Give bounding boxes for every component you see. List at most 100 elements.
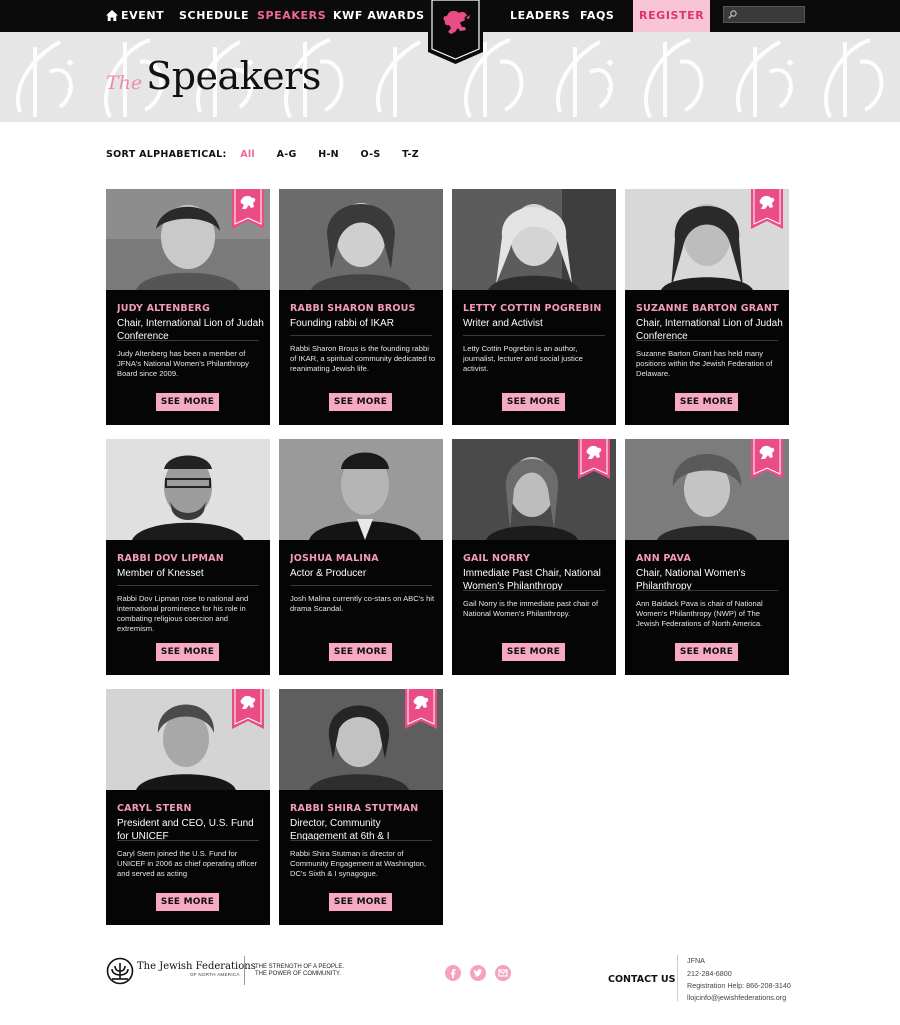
speaker-photo[interactable] xyxy=(452,189,616,290)
nav-leaders[interactable]: LEADERS xyxy=(510,0,570,32)
speaker-grid: JUDY ALTENBERG Chair, International Lion… xyxy=(106,189,790,925)
sort-label: SORT ALPHABETICAL: xyxy=(106,149,227,160)
search-input[interactable] xyxy=(740,7,802,22)
speaker-description: Gail Norry is the immediate past chair o… xyxy=(463,599,599,618)
speaker-name: JUDY ALTENBERG xyxy=(117,303,211,314)
org-name: The Jewish Federations xyxy=(137,961,256,972)
contact-us-link[interactable]: CONTACT US xyxy=(608,974,675,985)
tagline-2: THE POWER OF COMMUNITY. xyxy=(255,971,341,977)
see-more-button[interactable]: SEE MORE xyxy=(329,393,392,411)
speaker-description: Letty Cottin Pogrebin is an author, jour… xyxy=(463,344,583,373)
speaker-card[interactable]: RABBI SHIRA STUTMAN Director, Community … xyxy=(279,689,443,925)
jewish-federations-logo-icon[interactable] xyxy=(106,957,134,985)
speaker-role: Member of Knesset xyxy=(117,568,204,579)
contact-email-link[interactable]: llojcinfo@jewishfederations.org xyxy=(687,993,786,1002)
speaker-card[interactable]: RABBI SHARON BROUS Founding rabbi of IKA… xyxy=(279,189,443,425)
nav-speakers[interactable]: SPEAKERS xyxy=(257,0,326,32)
speaker-card[interactable]: SUZANNE BARTON GRANT Chair, Internationa… xyxy=(625,189,789,425)
sort-option-a-g[interactable]: A-G xyxy=(277,149,297,160)
speaker-role: Writer and Activist xyxy=(463,318,543,329)
speaker-description: Suzanne Barton Grant has held many posit… xyxy=(636,349,773,378)
card-divider xyxy=(117,840,259,841)
speaker-name: LETTY COTTIN POGREBIN xyxy=(463,303,602,314)
nav-register-button[interactable]: REGISTER xyxy=(633,0,711,32)
nav-event[interactable]: EVENT xyxy=(106,0,164,32)
contact-registration-help[interactable]: Registration Help: 866-208-3140 xyxy=(687,981,791,990)
speaker-card[interactable]: GAIL NORRY Immediate Past Chair, Nationa… xyxy=(452,439,616,675)
lion-ribbon-icon xyxy=(751,189,783,229)
card-divider xyxy=(463,590,605,591)
card-divider xyxy=(117,340,259,341)
card-divider xyxy=(636,590,778,591)
see-more-button[interactable]: SEE MORE xyxy=(329,893,392,911)
sort-option-t-z[interactable]: T-Z xyxy=(402,149,419,160)
sort-option-o-s[interactable]: O-S xyxy=(361,149,381,160)
speaker-description: Rabbi Dov Lipman rose to national and in… xyxy=(117,594,249,633)
nav-kwf-awards[interactable]: KWF AWARDS xyxy=(333,0,425,32)
speaker-name: RABBI SHARON BROUS xyxy=(290,303,416,314)
speaker-description: Ann Baidack Pava is chair of National Wo… xyxy=(636,599,763,628)
card-divider xyxy=(117,585,259,586)
lion-ribbon-icon xyxy=(578,439,610,479)
lion-ribbon-icon xyxy=(405,689,437,729)
speaker-card[interactable]: JOSHUA MALINA Actor & Producer Josh Mali… xyxy=(279,439,443,675)
twitter-icon[interactable] xyxy=(470,965,486,981)
email-icon[interactable] xyxy=(495,965,511,981)
nav-schedule[interactable]: SCHEDULE xyxy=(179,0,249,32)
sort-bar: SORT ALPHABETICAL: All A-G H-N O-S T-Z xyxy=(106,149,437,163)
see-more-button[interactable]: SEE MORE xyxy=(502,393,565,411)
speaker-card[interactable]: CARYL STERN President and CEO, U.S. Fund… xyxy=(106,689,270,925)
speaker-description: Judy Altenberg has been a member of JFNA… xyxy=(117,349,249,378)
card-divider xyxy=(290,335,432,336)
speaker-name: ANN PAVA xyxy=(636,553,692,564)
lion-ribbon-icon xyxy=(232,689,264,729)
facebook-icon[interactable] xyxy=(445,965,461,981)
speaker-photo[interactable] xyxy=(279,439,443,540)
speaker-card[interactable]: ANN PAVA Chair, National Women's Philant… xyxy=(625,439,789,675)
footer: The Jewish Federations OF NORTH AMERICA … xyxy=(0,945,900,1025)
speaker-description: Rabbi Shira Stutman is director of Commu… xyxy=(290,849,427,878)
contact-divider xyxy=(677,955,678,1001)
speaker-name: GAIL NORRY xyxy=(463,553,531,564)
see-more-button[interactable]: SEE MORE xyxy=(675,393,738,411)
lion-ribbon-icon xyxy=(232,189,264,229)
speaker-role: Actor & Producer xyxy=(290,568,367,579)
search-icon[interactable] xyxy=(728,10,737,19)
see-more-button[interactable]: SEE MORE xyxy=(329,643,392,661)
footer-divider xyxy=(244,956,245,985)
speaker-name: CARYL STERN xyxy=(117,803,192,814)
card-divider xyxy=(463,335,605,336)
card-divider xyxy=(636,340,778,341)
card-divider xyxy=(290,840,432,841)
sort-option-all[interactable]: All xyxy=(240,149,255,160)
speaker-photo[interactable] xyxy=(279,189,443,290)
lion-ribbon-icon xyxy=(751,439,783,479)
speaker-name: SUZANNE BARTON GRANT xyxy=(636,303,779,314)
speaker-name: RABBI SHIRA STUTMAN xyxy=(290,803,419,814)
see-more-button[interactable]: SEE MORE xyxy=(156,643,219,661)
see-more-button[interactable]: SEE MORE xyxy=(675,643,738,661)
see-more-button[interactable]: SEE MORE xyxy=(502,643,565,661)
sort-option-h-n[interactable]: H-N xyxy=(318,149,339,160)
speaker-card[interactable]: RABBI DOV LIPMAN Member of Knesset Rabbi… xyxy=(106,439,270,675)
contact-org: JFNA xyxy=(687,956,705,965)
see-more-button[interactable]: SEE MORE xyxy=(156,893,219,911)
card-divider xyxy=(290,585,432,586)
lion-logo-badge[interactable] xyxy=(428,0,483,64)
contact-phone[interactable]: 212-284-6800 xyxy=(687,969,732,978)
speaker-card[interactable]: LETTY COTTIN POGREBIN Writer and Activis… xyxy=(452,189,616,425)
speaker-photo[interactable] xyxy=(106,439,270,540)
speaker-description: Rabbi Sharon Brous is the founding rabbi… xyxy=(290,344,436,373)
page-title-text: Speakers xyxy=(146,54,321,98)
nav-event-label: EVENT xyxy=(121,9,165,22)
tagline-1: THE STRENGTH OF A PEOPLE. xyxy=(255,964,345,970)
search-box xyxy=(723,6,805,23)
speaker-description: Caryl Stern joined the U.S. Fund for UNI… xyxy=(117,849,257,878)
see-more-button[interactable]: SEE MORE xyxy=(156,393,219,411)
nav-faqs[interactable]: FAQS xyxy=(580,0,614,32)
speaker-role: Founding rabbi of IKAR xyxy=(290,318,394,329)
speaker-card[interactable]: JUDY ALTENBERG Chair, International Lion… xyxy=(106,189,270,425)
speaker-name: JOSHUA MALINA xyxy=(290,553,379,564)
org-sub: OF NORTH AMERICA xyxy=(190,972,240,977)
speaker-description: Josh Malina currently co-stars on ABC's … xyxy=(290,594,435,613)
